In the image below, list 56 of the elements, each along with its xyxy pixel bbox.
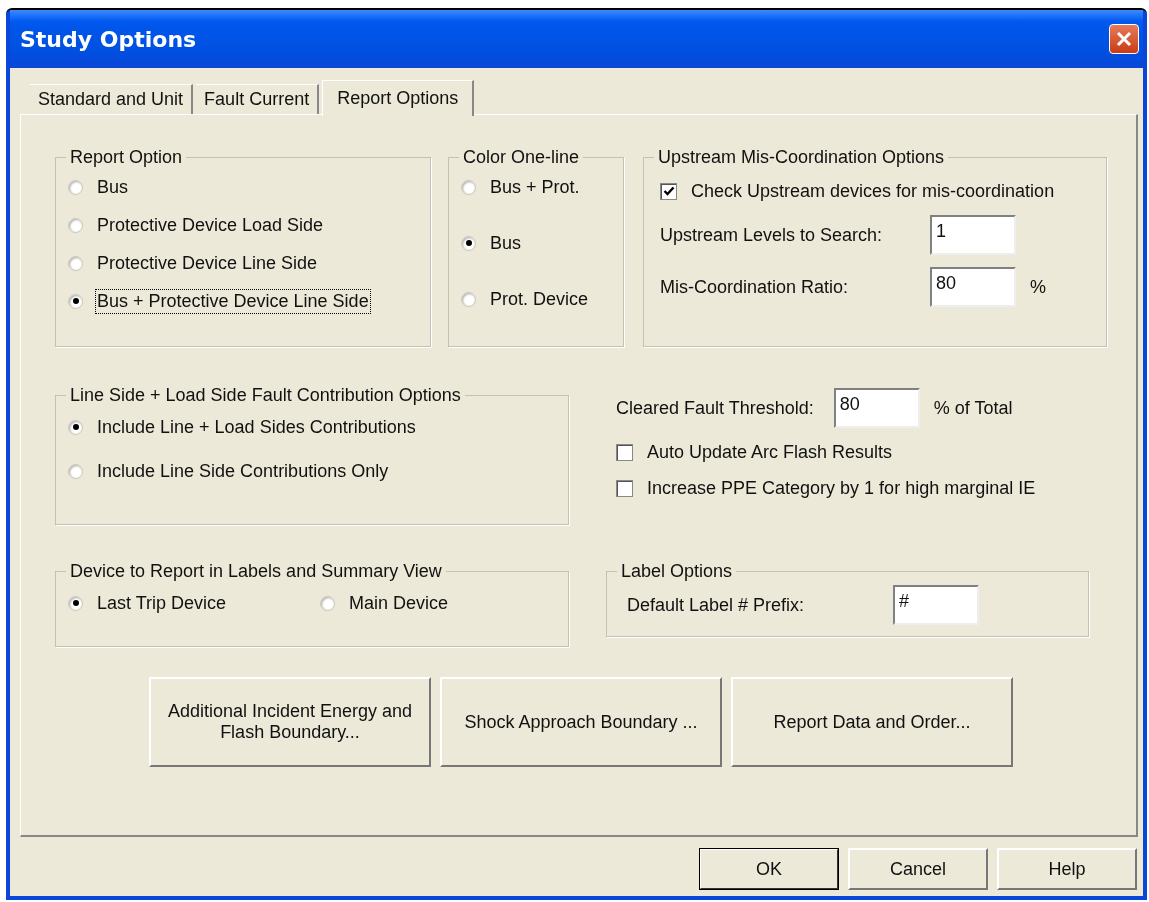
field-label: Default Label # Prefix: xyxy=(627,594,806,616)
field-label: Cleared Fault Threshold: xyxy=(616,397,814,419)
radio-button[interactable] xyxy=(68,419,83,435)
field-label: Upstream Levels to Search: xyxy=(660,224,884,246)
option-label[interactable]: Include Line + Load Sides Contributions xyxy=(95,414,418,440)
option-label[interactable]: Include Line Side Contributions Only xyxy=(95,458,391,484)
unit-label: % of Total xyxy=(933,397,1013,419)
tab[interactable]: Standard and Unit xyxy=(30,84,194,114)
radio-button[interactable] xyxy=(68,463,83,479)
radio-button[interactable] xyxy=(68,595,83,611)
input-field[interactable]: # xyxy=(893,585,979,625)
checkbox[interactable] xyxy=(616,479,633,497)
option-label[interactable]: Bus xyxy=(95,174,131,200)
dialog-button[interactable]: Help xyxy=(997,848,1137,890)
input-field[interactable]: 80 xyxy=(833,388,920,428)
group-title: Report Option xyxy=(69,147,184,168)
close-button[interactable] xyxy=(1109,24,1139,54)
checkbox[interactable] xyxy=(660,182,677,200)
checkbox-label[interactable]: Check Upstream devices for mis-coordination xyxy=(689,178,1057,204)
radio-button[interactable] xyxy=(461,179,476,195)
option-label[interactable]: Bus + Protective Device Line Side xyxy=(95,288,371,314)
dialog-button[interactable]: OK xyxy=(699,848,839,890)
input-field[interactable]: 80 xyxy=(930,267,1016,307)
action-button[interactable]: Shock Approach Boundary ... xyxy=(440,677,722,767)
unit-label: % xyxy=(1030,276,1046,298)
group-title: Color One-line xyxy=(462,147,581,168)
window-title: Study Options xyxy=(20,26,197,52)
radio-button[interactable] xyxy=(68,217,83,233)
option-label[interactable]: Protective Device Load Side xyxy=(95,212,326,238)
radio-button[interactable] xyxy=(461,291,476,307)
group-title: Label Options xyxy=(620,561,734,582)
close-icon xyxy=(1114,29,1134,49)
option-label[interactable]: Last Trip Device xyxy=(95,590,229,616)
tab[interactable]: Fault Current xyxy=(196,84,320,114)
action-button[interactable]: Report Data and Order... xyxy=(731,677,1013,767)
group-title: Upstream Mis-Coordination Options xyxy=(657,147,946,168)
radio-button[interactable] xyxy=(320,595,336,611)
action-button[interactable]: Additional Incident Energy and Flash Boundary... xyxy=(149,677,431,767)
checkbox[interactable] xyxy=(616,443,633,461)
radio-button[interactable] xyxy=(68,179,83,195)
radio-button[interactable] xyxy=(68,255,83,271)
option-label[interactable]: Protective Device Line Side xyxy=(95,250,320,276)
option-label[interactable]: Bus xyxy=(488,230,524,256)
field-label: Mis-Coordination Ratio: xyxy=(660,276,850,298)
input-field[interactable]: 1 xyxy=(930,215,1016,255)
checkbox-label[interactable]: Increase PPE Category by 1 for high marginal IE xyxy=(645,475,1038,501)
option-label[interactable]: Prot. Device xyxy=(488,286,591,312)
dialog-button[interactable]: Cancel xyxy=(848,848,988,890)
group-title: Line Side + Load Side Fault Contribution Options xyxy=(69,385,462,406)
option-label[interactable]: Main Device xyxy=(347,590,451,616)
tab[interactable]: Report Options xyxy=(322,80,475,116)
radio-button[interactable] xyxy=(461,235,476,251)
checkbox-label[interactable]: Auto Update Arc Flash Results xyxy=(645,439,895,465)
option-label[interactable]: Bus + Prot. xyxy=(488,174,582,200)
group-title: Device to Report in Labels and Summary View xyxy=(69,561,443,582)
radio-button[interactable] xyxy=(68,293,83,309)
